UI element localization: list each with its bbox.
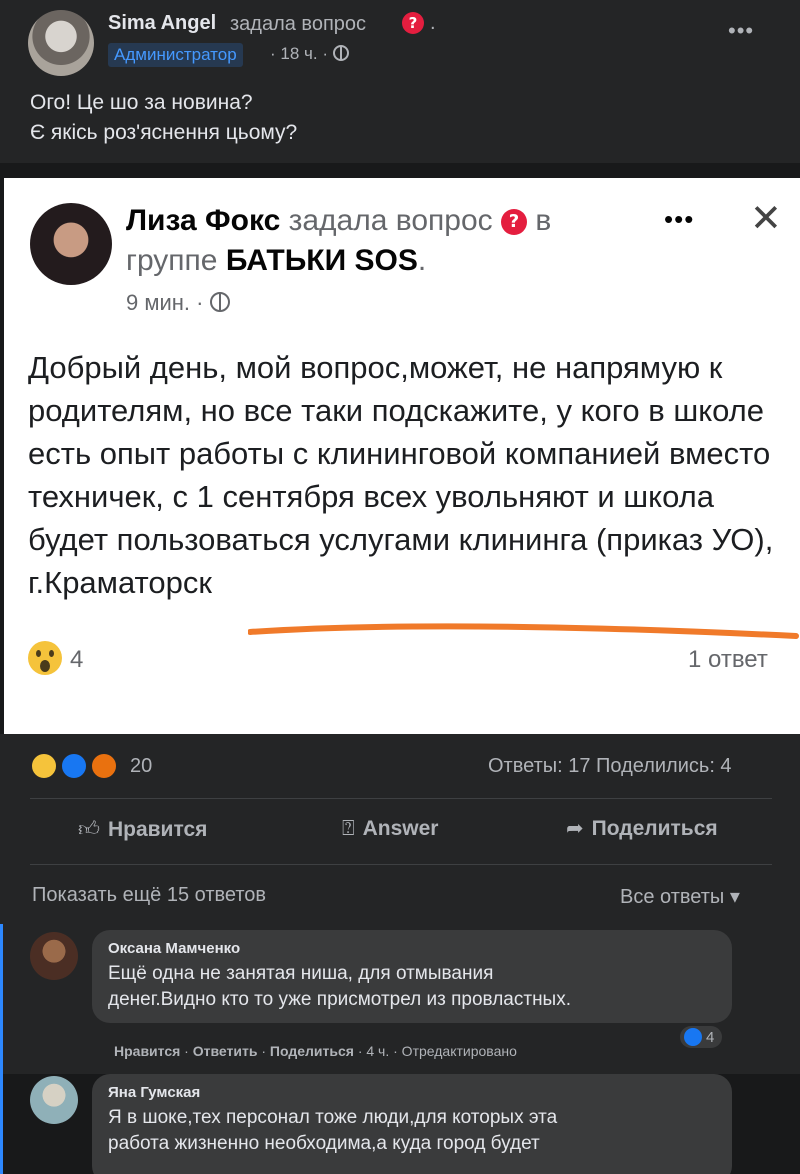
divider (30, 864, 772, 865)
comment-actions: Нравится · Ответить · Поделиться · 4 ч. … (114, 1043, 517, 1059)
shared-post-time: 9 мин. · (126, 290, 230, 316)
shared-author-name: Лиза Фокс (126, 204, 281, 237)
thread-indicator (0, 924, 3, 1174)
question-icon: ? (402, 12, 424, 34)
answer-button[interactable]: ⍰ Answer (342, 816, 438, 841)
wow-reaction-icon (28, 641, 62, 675)
comment-text: Ещё одна не занятая ниша, для отмывания … (108, 963, 571, 1010)
answers-count: 1 ответ (688, 646, 768, 673)
close-icon: ✕ (750, 196, 782, 240)
show-more-answers-link[interactable]: Показать ещё 15 ответов (32, 884, 266, 907)
share-icon: ➦ (566, 816, 584, 840)
wow-reaction-icon[interactable] (30, 752, 58, 780)
shared-author-avatar (30, 203, 112, 285)
author-name[interactable]: Sima Angel (108, 12, 216, 35)
comment-text: Я в шоке,тех персонал тоже люди,для кото… (108, 1107, 558, 1154)
like-reaction-icon (684, 1028, 702, 1046)
answer-icon: ⍰ (342, 816, 355, 840)
comment-like-count[interactable]: 4 (680, 1026, 723, 1048)
angry-reaction-icon[interactable] (90, 752, 118, 780)
globe-icon (332, 45, 349, 61)
shared-post-header: Лиза Фокс задала вопрос ? в (126, 204, 552, 237)
globe-icon (209, 292, 230, 312)
thumbs-up-icon: 👍︎ (78, 817, 100, 841)
separator: . (430, 12, 436, 34)
author-avatar[interactable] (28, 10, 94, 76)
question-icon: ? (501, 209, 528, 235)
answers-shares-count[interactable]: Ответы: 17 Поделились: 4 (488, 755, 732, 778)
divider (30, 798, 772, 799)
comment-bubble: Яна Гумская Я в шоке,тех персонал тоже л… (92, 1074, 732, 1174)
top-post: Sima Angel задала вопрос ? . Администрат… (0, 0, 800, 163)
post-time[interactable]: · 18 ч. · (270, 44, 349, 64)
group-name: БАТЬКИ SOS (225, 244, 418, 277)
commenter-name[interactable]: Яна Гумская (108, 1084, 716, 1101)
commenter-name[interactable]: Оксана Мамченко (108, 940, 716, 957)
commenter-avatar[interactable] (30, 1076, 78, 1124)
shared-post-body: Добрый день, мой вопрос,может, не напрям… (28, 350, 774, 600)
comment-like-link[interactable]: Нравится (114, 1043, 180, 1059)
reaction-count: 4 (70, 646, 84, 673)
post-action-text: задала вопрос (230, 13, 367, 35)
comment-reply-link[interactable]: Ответить (193, 1043, 258, 1059)
post-text: Ого! Це шо за новина? Є якісь роз'ясненн… (30, 91, 298, 144)
answers-filter-dropdown[interactable]: Все ответы ▾ (620, 884, 740, 909)
reactions-count[interactable]: 20 (130, 755, 152, 778)
comment-bubble: Оксана Мамченко Ещё одна не занятая ниша… (92, 930, 732, 1023)
shared-question-card[interactable]: Лиза Фокс задала вопрос ? в группе БАТЬК… (4, 178, 800, 734)
more-options-icon[interactable]: ••• (728, 18, 754, 44)
role-badge[interactable]: Администратор (108, 43, 243, 67)
like-reaction-icon[interactable] (60, 752, 88, 780)
shared-group-line: группе БАТЬКИ SOS. (126, 244, 427, 277)
comment-meta: · 4 ч. · Отредактировано (357, 1043, 517, 1059)
highlight-underline (248, 623, 799, 639)
more-options-icon: ••• (664, 204, 695, 234)
commenter-avatar[interactable] (30, 932, 78, 980)
like-button[interactable]: 👍︎ Нравится (78, 816, 207, 842)
comment-share-link[interactable]: Поделиться (270, 1043, 354, 1059)
share-button[interactable]: ➦ Поделиться (566, 816, 718, 841)
